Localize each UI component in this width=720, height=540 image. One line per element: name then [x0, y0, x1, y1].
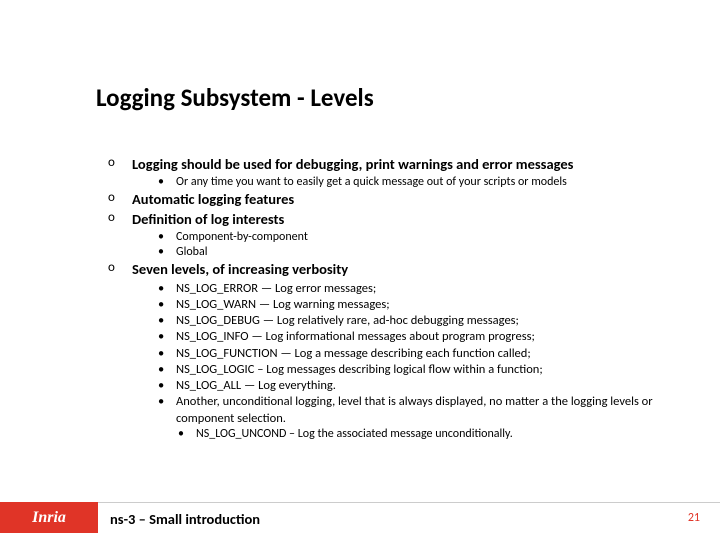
bullet-dot: •	[158, 281, 176, 297]
sub-item: •NS_LOG_WARN — Log warning messages;	[158, 297, 690, 313]
bullet-dot: •	[158, 362, 176, 378]
bullet-dot: •	[158, 394, 176, 427]
sub-item: •NS_LOG_INFO — Log informational message…	[158, 329, 690, 345]
divider	[98, 502, 720, 503]
logo-bar: Inria	[0, 502, 98, 533]
sub-item: •NS_LOG_ERROR — Log error messages;	[158, 281, 690, 297]
item-text: Automatic logging features	[132, 190, 690, 208]
bullet-dot: •	[158, 346, 176, 362]
bullet-dot: •	[158, 175, 176, 190]
sub-item: • Component-by-component	[158, 230, 690, 245]
item-text: Logging should be used for debugging, pr…	[132, 155, 690, 173]
sub-item: •NS_LOG_ALL — Log everything.	[158, 378, 690, 394]
subsub-item: •NS_LOG_UNCOND – Log the associated mess…	[178, 427, 690, 442]
bullet-o: o	[108, 155, 132, 173]
logo-text: Inria	[32, 509, 66, 527]
sub-item: • Global	[158, 245, 690, 260]
sub-text: NS_LOG_ALL — Log everything.	[176, 378, 336, 394]
subsub-text: NS_LOG_UNCOND – Log the associated messa…	[196, 427, 513, 442]
list-item: o Definition of log interests	[108, 210, 690, 228]
sub-text: NS_LOG_FUNCTION — Log a message describi…	[176, 346, 531, 362]
item-text: Seven levels, of increasing verbosity	[132, 260, 690, 278]
sub-item: •NS_LOG_DEBUG — Log relatively rare, ad-…	[158, 313, 690, 329]
list-item: o Seven levels, of increasing verbosity	[108, 260, 690, 278]
sub-text: Global	[176, 245, 207, 260]
sub-text: Component-by-component	[176, 230, 308, 245]
page-number: 21	[688, 511, 700, 525]
sub-text: NS_LOG_LOGIC – Log messages describing l…	[176, 362, 543, 378]
sub-text: NS_LOG_ERROR — Log error messages;	[176, 281, 376, 297]
bullet-o: o	[108, 210, 132, 228]
sub-text: NS_LOG_INFO — Log informational messages…	[176, 329, 535, 345]
bullet-o: o	[108, 260, 132, 278]
footer: Inria ns-3 – Small introduction 21	[0, 490, 720, 540]
list-item: o Logging should be used for debugging, …	[108, 155, 690, 173]
bullet-dot: •	[178, 427, 196, 442]
sub-item: •NS_LOG_FUNCTION — Log a message describ…	[158, 346, 690, 362]
sub-text: NS_LOG_DEBUG — Log relatively rare, ad-h…	[176, 313, 519, 329]
bullet-dot: •	[158, 313, 176, 329]
bullet-dot: •	[158, 245, 176, 260]
bullet-dot: •	[158, 378, 176, 394]
slide-title: Logging Subsystem - Levels	[96, 82, 374, 113]
slide: Logging Subsystem - Levels o Logging sho…	[0, 0, 720, 540]
sub-text: Or any time you want to easily get a qui…	[176, 175, 567, 190]
bullet-o: o	[108, 190, 132, 208]
list-item: o Automatic logging features	[108, 190, 690, 208]
sub-item: •Another, unconditional logging, level t…	[158, 394, 690, 427]
sub-text: Another, unconditional logging, level th…	[176, 394, 690, 427]
sub-item: •NS_LOG_LOGIC – Log messages describing …	[158, 362, 690, 378]
item-text: Definition of log interests	[132, 210, 690, 228]
bullet-dot: •	[158, 297, 176, 313]
slide-content: o Logging should be used for debugging, …	[108, 155, 690, 442]
sub-item: • Or any time you want to easily get a q…	[158, 175, 690, 190]
sub-text: NS_LOG_WARN — Log warning messages;	[176, 297, 390, 313]
bullet-dot: •	[158, 329, 176, 345]
footer-title: ns-3 – Small introduction	[110, 510, 260, 528]
bullet-dot: •	[158, 230, 176, 245]
